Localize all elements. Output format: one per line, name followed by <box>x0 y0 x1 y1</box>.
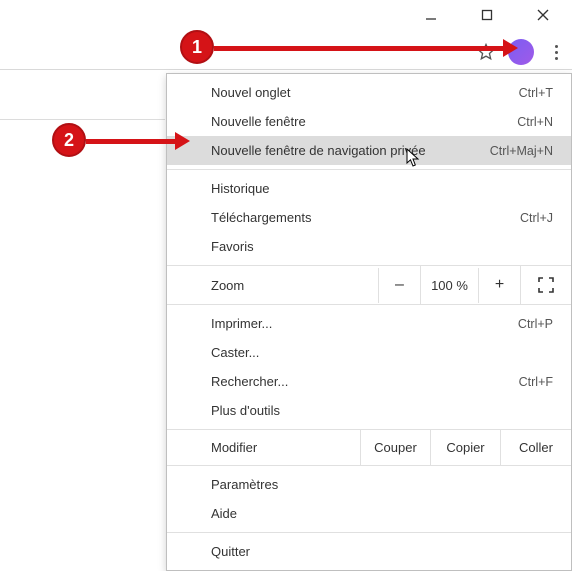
zoom-label: Zoom <box>167 268 379 303</box>
edit-label: Modifier <box>167 430 361 465</box>
minimize-button[interactable] <box>414 4 448 26</box>
menu-item-help[interactable]: Aide <box>167 499 571 528</box>
menu-label: Téléchargements <box>211 210 311 225</box>
menu-label: Imprimer... <box>211 316 272 331</box>
menu-label: Plus d'outils <box>211 403 280 418</box>
annotation-badge-1: 1 <box>180 30 214 64</box>
menu-shortcut: Ctrl+J <box>520 211 553 225</box>
menu-item-history[interactable]: Historique <box>167 174 571 203</box>
menu-label: Aide <box>211 506 237 521</box>
cut-button[interactable]: Couper <box>361 430 431 465</box>
menu-label: Favoris <box>211 239 254 254</box>
menu-row-edit: Modifier Couper Copier Coller <box>167 430 571 466</box>
divider <box>0 119 165 120</box>
menu-shortcut: Ctrl+N <box>517 115 553 129</box>
browser-toolbar <box>0 34 572 70</box>
menu-item-downloads[interactable]: Téléchargements Ctrl+J <box>167 203 571 232</box>
chrome-main-menu: Nouvel onglet Ctrl+T Nouvelle fenêtre Ct… <box>166 73 572 571</box>
menu-row-zoom: Zoom – 100 % + <box>167 266 571 305</box>
menu-label: Nouvel onglet <box>211 85 291 100</box>
menu-item-bookmarks[interactable]: Favoris <box>167 232 571 261</box>
menu-label: Nouvelle fenêtre de navigation privée <box>211 143 426 158</box>
menu-item-new-tab[interactable]: Nouvel onglet Ctrl+T <box>167 78 571 107</box>
menu-shortcut: Ctrl+P <box>518 317 553 331</box>
menu-label: Nouvelle fenêtre <box>211 114 306 129</box>
annotation-arrow-1 <box>214 46 504 51</box>
menu-item-find[interactable]: Rechercher... Ctrl+F <box>167 367 571 396</box>
menu-label: Quitter <box>211 544 250 559</box>
cursor-icon <box>406 148 422 171</box>
menu-shortcut: Ctrl+T <box>519 86 553 100</box>
menu-item-new-incognito[interactable]: Nouvelle fenêtre de navigation privée Ct… <box>167 136 571 165</box>
annotation-arrow-2 <box>86 139 176 144</box>
annotation-badge-2: 2 <box>52 123 86 157</box>
menu-item-exit[interactable]: Quitter <box>167 537 571 566</box>
menu-item-new-window[interactable]: Nouvelle fenêtre Ctrl+N <box>167 107 571 136</box>
menu-item-more-tools[interactable]: Plus d'outils <box>167 396 571 425</box>
fullscreen-icon <box>538 277 554 293</box>
menu-button[interactable] <box>546 38 566 66</box>
zoom-out-button[interactable]: – <box>379 266 421 304</box>
menu-item-settings[interactable]: Paramètres <box>167 470 571 499</box>
menu-shortcut: Ctrl+Maj+N <box>490 144 553 158</box>
menu-label: Rechercher... <box>211 374 288 389</box>
fullscreen-button[interactable] <box>521 267 571 303</box>
zoom-value: 100 % <box>421 268 479 303</box>
menu-item-print[interactable]: Imprimer... Ctrl+P <box>167 309 571 338</box>
menu-shortcut: Ctrl+F <box>519 375 553 389</box>
menu-label: Caster... <box>211 345 259 360</box>
zoom-in-button[interactable]: + <box>479 266 521 304</box>
copy-button[interactable]: Copier <box>431 430 501 465</box>
close-button[interactable] <box>526 4 560 26</box>
menu-label: Paramètres <box>211 477 278 492</box>
menu-label: Historique <box>211 181 270 196</box>
maximize-button[interactable] <box>470 4 504 26</box>
menu-item-cast[interactable]: Caster... <box>167 338 571 367</box>
bookmark-star-icon[interactable] <box>476 42 496 62</box>
window-controls <box>414 0 572 26</box>
paste-button[interactable]: Coller <box>501 430 571 465</box>
